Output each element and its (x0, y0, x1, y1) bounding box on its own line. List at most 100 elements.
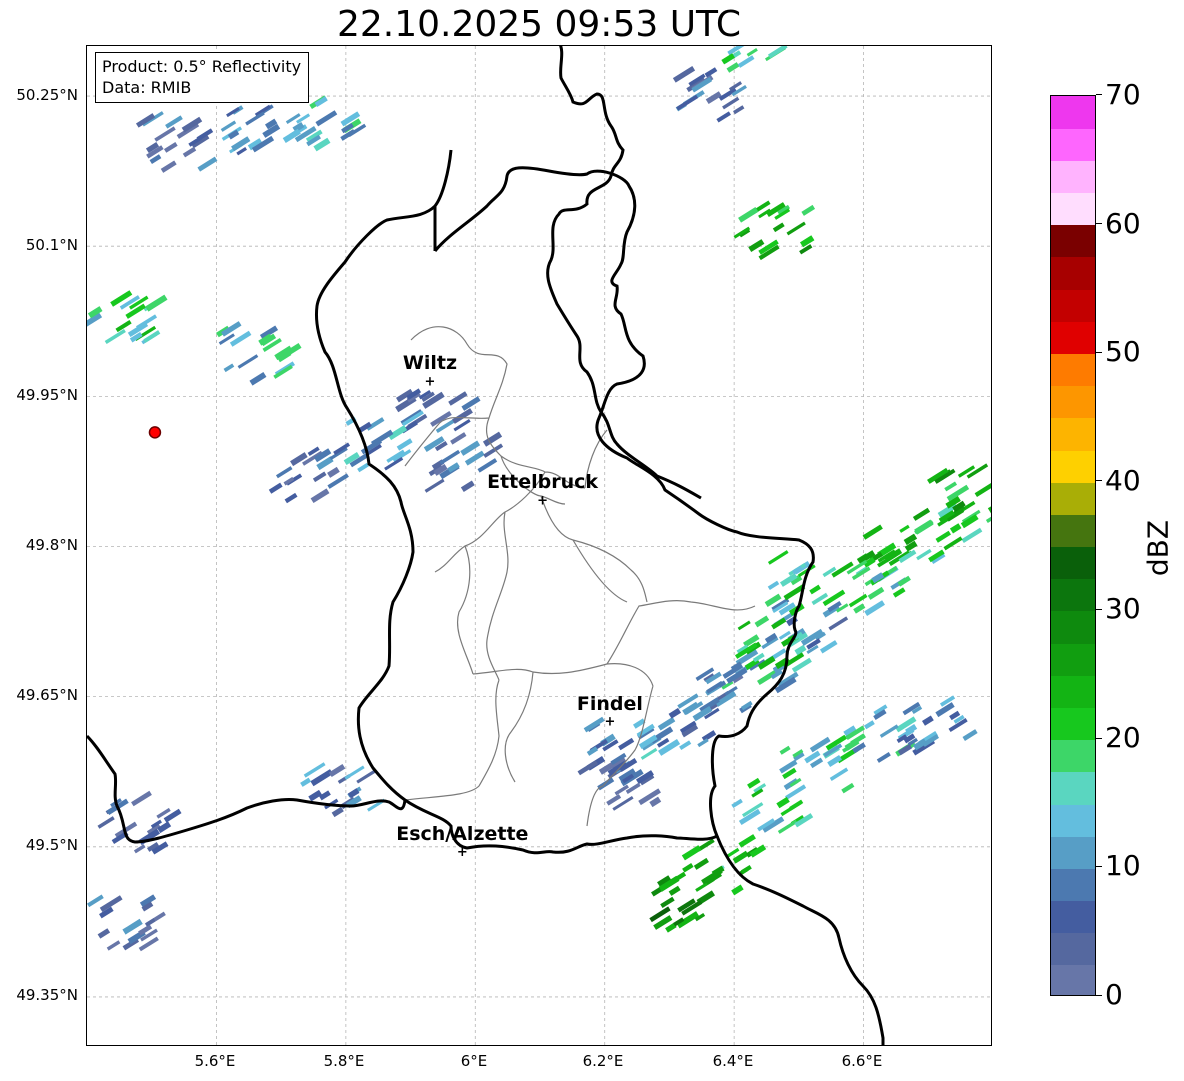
colorbar-segment (1051, 900, 1095, 934)
reflectivity-cell (145, 294, 168, 312)
colorbar-segment (1051, 546, 1095, 580)
reflectivity-cell (772, 222, 785, 233)
colorbar-segment (1051, 224, 1095, 258)
city-marker: + (604, 715, 615, 730)
reflectivity-cell (229, 330, 252, 347)
reflectivity-cell (740, 864, 752, 874)
radar-map[interactable]: + + + + Product: 0.5° Reflectivity Data: RM… (86, 45, 992, 1046)
reflectivity-cell (318, 790, 331, 801)
lon-tick-label: 6°E (460, 1052, 488, 1070)
reflectivity-cell (577, 760, 599, 776)
colorbar-tick-label: 10 (1105, 849, 1141, 882)
reflectivity-cell (448, 391, 468, 406)
data-source-label: Data: RMIB (102, 78, 192, 97)
colorbar-segment (1051, 643, 1095, 676)
colorbar-tick (1096, 94, 1102, 96)
city-marker: + (537, 493, 548, 508)
reflectivity-cell (331, 806, 344, 818)
colorbar-segment (1051, 675, 1095, 708)
colorbar-segment (1051, 289, 1095, 322)
reflectivity-cell (801, 204, 816, 216)
reflectivity-cell (682, 863, 694, 873)
reflectivity-cell (767, 46, 788, 59)
reflectivity-cell (668, 707, 682, 719)
reflectivity-cell (424, 478, 445, 493)
colorbar-tick (1096, 222, 1102, 224)
reflectivity-cell (841, 782, 855, 794)
lat-tick-label: 49.65°N (16, 686, 78, 704)
reflectivity-cell (182, 146, 197, 158)
reflectivity-cell (327, 466, 340, 478)
colorbar-segment (1051, 96, 1095, 129)
reflectivity-cell (672, 65, 696, 83)
reflectivity-cell (104, 328, 126, 345)
reflectivity-cell (899, 524, 910, 533)
reflectivity-cell (231, 136, 251, 152)
reflectivity-cell (863, 720, 875, 730)
reflectivity-cell (618, 737, 635, 751)
reflectivity-cell (822, 589, 846, 607)
reflectivity-cell (697, 738, 709, 748)
reflectivity-cell (848, 593, 868, 608)
colorbar-segment (1051, 707, 1095, 741)
reflectivity-cell (737, 55, 755, 68)
reflectivity-cell (268, 482, 283, 494)
dbz-colorbar (1050, 95, 1096, 996)
colorbar-segment (1051, 417, 1095, 451)
reflectivity-cell (606, 794, 622, 806)
reflectivity-cell (668, 885, 681, 896)
reflectivity-cell (828, 616, 849, 631)
colorbar-label: dBZ (1141, 519, 1175, 577)
reflectivity-cell (679, 740, 692, 751)
reflectivity-cell (482, 431, 503, 447)
reflectivity-cell (779, 745, 791, 755)
colorbar-tick-label: 30 (1105, 592, 1141, 625)
reflectivity-cell (974, 481, 991, 498)
reflectivity-cell (912, 507, 931, 521)
reflectivity-cell (799, 235, 815, 248)
colorbar-segment (1051, 932, 1095, 966)
colorbar-tick (1096, 480, 1102, 482)
reflectivity-cell (660, 896, 675, 909)
colorbar-segment (1051, 160, 1095, 194)
radar-site-marker (148, 426, 162, 439)
city-marker: + (457, 845, 468, 860)
reflectivity-cell (987, 495, 991, 514)
reflectivity-cell (693, 857, 709, 870)
product-info-box: Product: 0.5° Reflectivity Data: RMIB (95, 52, 310, 103)
lon-tick-label: 6.2°E (582, 1052, 624, 1070)
reflectivity-cell (935, 530, 951, 543)
reflectivity-cell (767, 550, 789, 565)
colorbar-segment (1051, 610, 1095, 644)
reflectivity-cell (97, 928, 111, 939)
reflectivity-cell (733, 105, 745, 115)
reflectivity-cell (716, 111, 731, 123)
reflectivity-cell (799, 244, 813, 255)
reflectivity-cell (315, 110, 338, 127)
lat-tick-label: 49.35°N (16, 986, 78, 1004)
reflectivity-cell (738, 207, 759, 223)
reflectivity-cell (985, 508, 991, 524)
french-german-border (715, 835, 885, 1045)
colorbar-tick (1096, 995, 1102, 996)
lat-tick-label: 49.8°N (25, 536, 78, 554)
reflectivity-cell (284, 492, 298, 504)
reflectivity-cell (914, 519, 934, 535)
reflectivity-cell (681, 845, 702, 861)
reflectivity-cell (767, 580, 780, 591)
reflectivity-cell (450, 432, 467, 445)
reflectivity-cell (892, 587, 906, 598)
colorbar-segment (1051, 514, 1095, 548)
colorbar-tick-label: 60 (1105, 207, 1141, 240)
reflectivity-cell (133, 844, 146, 854)
reflectivity-cell (300, 777, 312, 787)
reflectivity-cell (658, 738, 681, 756)
reflectivity-cell (460, 480, 475, 492)
colorbar-tick (1096, 608, 1102, 610)
reflectivity-cell (961, 527, 983, 544)
reflectivity-cell (864, 600, 885, 617)
colorbar-segment (1051, 385, 1095, 419)
lat-tick-label: 50.25°N (16, 86, 78, 104)
reflectivity-cell (357, 462, 369, 473)
german-border (546, 46, 702, 500)
